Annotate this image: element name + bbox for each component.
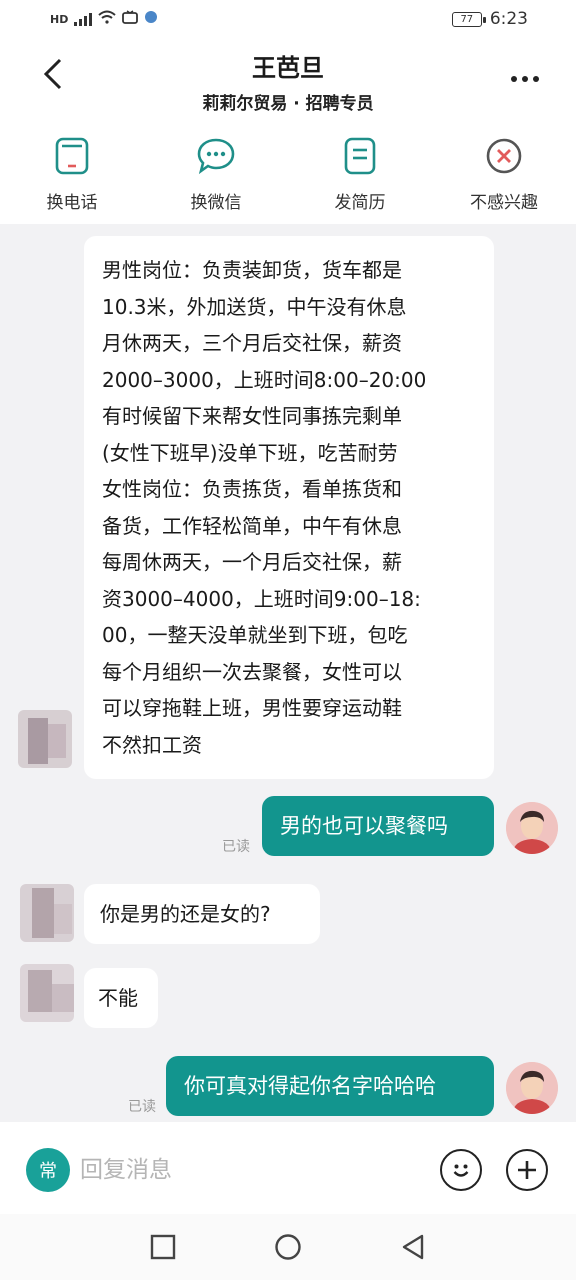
message-line: 每个月组织一次去聚餐，女性可以 [102,659,402,684]
wechat-icon [196,136,236,176]
system-nav-bar [0,1214,576,1280]
action-bar: 换电话 换微信 发简历 不感兴趣 [0,118,576,224]
add-button[interactable] [506,1149,548,1191]
phone-icon [52,136,92,176]
message-bubble-outgoing[interactable]: 你可真对得起你名字哈哈哈 [166,1056,494,1116]
emoji-button[interactable] [440,1149,482,1191]
reply-input[interactable] [80,1148,420,1192]
title-wrap: 王芭旦 莉莉尔贸易 · 招聘专员 [0,48,576,114]
message-bubble-incoming[interactable]: 你是男的还是女的? [84,884,320,944]
message-line: (女性下班早)没单下班，吃苦耐劳 [102,440,398,465]
plus-icon [518,1161,536,1179]
change-wechat-label: 换微信 [190,193,242,213]
tv-icon [122,10,139,28]
square-icon [150,1234,175,1260]
chat-area[interactable]: 男性岗位：负责装卸货，货车都是 10.3米，外加送货，中午没有休息 月休两天，三… [0,224,576,1122]
clock: 6:23 [489,9,528,29]
read-receipt: 已读 [128,1099,156,1115]
signal-icon [74,12,93,26]
resume-icon [340,136,380,176]
chat-header: 王芭旦 莉莉尔贸易 · 招聘专员 [0,38,576,118]
status-bar: HD 77 6:23 [0,0,576,38]
change-phone-label: 换电话 [46,193,98,213]
user-avatar[interactable] [506,1062,558,1114]
message-line: 00，一整天没单就坐到下班，包吃 [102,623,408,647]
emoji-icon [453,1164,469,1177]
change-phone-button[interactable]: 换电话 [0,118,144,224]
not-interested-button[interactable]: 不感兴趣 [432,118,576,224]
status-left: HD [50,10,158,28]
recent-apps-button[interactable] [143,1227,183,1267]
home-button[interactable] [268,1227,308,1267]
read-receipt: 已读 [222,839,250,855]
message-line: 男性岗位：负责装卸货，货车都是 [102,258,402,282]
contact-name: 王芭旦 [252,54,324,82]
message-bubble-incoming[interactable]: 不能 [84,968,158,1028]
sender-avatar[interactable] [20,964,74,1022]
status-right: 77 6:23 [451,9,528,29]
message-line: 有时候留下来帮女性同事拣完剩单 [102,404,402,428]
triangle-back-icon [403,1234,424,1260]
send-resume-label: 发简历 [334,193,386,213]
message-line: 月休两天，三个月后交社保，薪资 [102,331,402,355]
more-button[interactable] [510,60,540,90]
message-bubble-outgoing[interactable]: 男的也可以聚餐吗 [262,796,494,856]
message-line: 每周休两天，一个月后交社保，薪 [102,550,402,574]
user-avatar[interactable] [506,802,558,854]
sender-avatar[interactable] [20,884,74,942]
input-bar: 常 [0,1122,576,1214]
message-line: 女性岗位：负责拣货，看单拣货和 [102,477,402,501]
hd-indicator: HD [50,12,69,26]
message-line: 资3000–4000，上班时间9:00–18: [102,586,421,611]
common-phrases-button[interactable]: 常 [26,1148,70,1192]
send-resume-button[interactable]: 发简历 [288,118,432,224]
not-interested-label: 不感兴趣 [470,193,538,213]
wifi-icon [98,10,117,28]
sender-avatar[interactable] [18,710,72,768]
app-badge-icon [144,10,158,28]
contact-company: 莉莉尔贸易 · 招聘专员 [202,94,374,114]
message-line: 2000–3000，上班时间8:00–20:00 [102,367,427,392]
change-wechat-button[interactable]: 换微信 [144,118,288,224]
message-line: 不然扣工资 [102,732,202,757]
more-icon [511,76,539,82]
back-nav-button[interactable] [393,1227,433,1267]
not-interested-icon [484,136,524,176]
battery-icon: 77 [451,11,486,27]
circle-icon [275,1234,301,1260]
battery-level: 77 [460,13,474,25]
message-line: 10.3米，外加送货，中午没有休息 [102,294,407,319]
message-line: 可以穿拖鞋上班，男性要穿运动鞋 [102,696,402,720]
message-line: 备货，工作轻松简单，中午有休息 [102,513,402,538]
message-bubble-incoming[interactable]: 男性岗位：负责装卸货，货车都是 10.3米，外加送货，中午没有休息 月休两天，三… [84,236,494,779]
